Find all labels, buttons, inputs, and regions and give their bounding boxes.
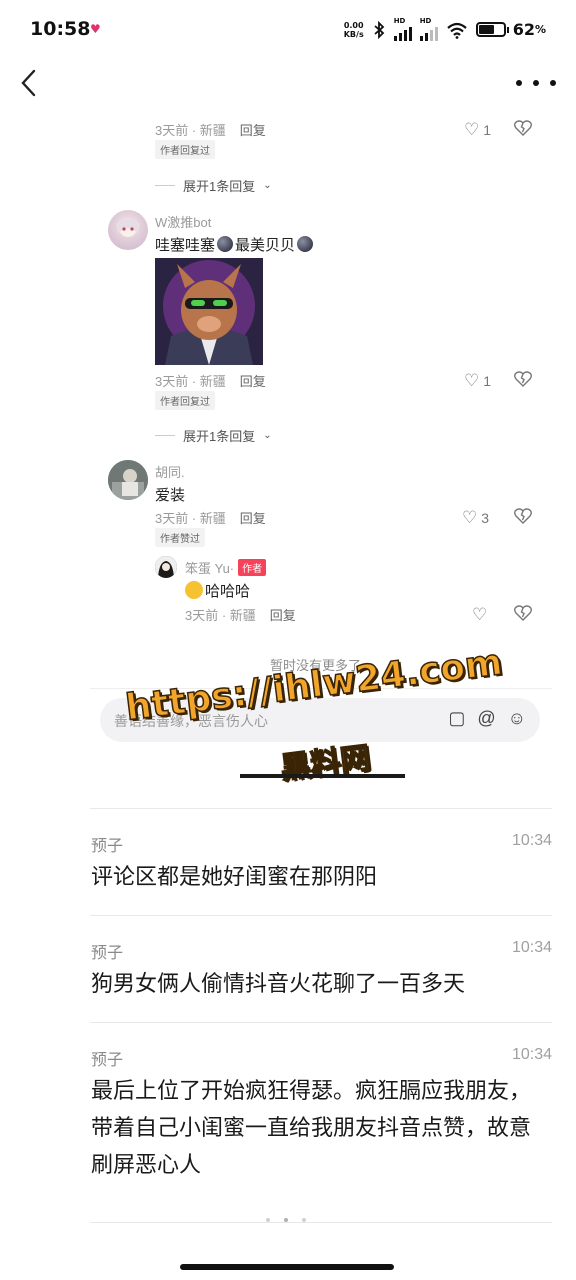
avatar[interactable] bbox=[155, 556, 177, 578]
emoji-icon[interactable]: ☺ bbox=[508, 708, 526, 729]
reply-text-content: 哈哈哈 bbox=[205, 583, 251, 600]
author-badge: 作者 bbox=[238, 559, 267, 576]
like-button[interactable]: ♡ 3 bbox=[462, 508, 489, 528]
comment-input[interactable]: 善语结善缘，恶言伤人心 ▢ @ ☺ bbox=[100, 698, 540, 742]
message-time: 10:34 bbox=[511, 939, 552, 956]
comment-meta: 3天前 · 新疆 回复 bbox=[155, 371, 266, 390]
comment-nickname[interactable]: W激推bot bbox=[155, 212, 211, 231]
expand-replies-label: 展开1条回复 bbox=[183, 429, 256, 444]
network-speed-unit: KB/s bbox=[343, 29, 364, 39]
divider bbox=[90, 915, 552, 916]
heart-icon: ♡ bbox=[464, 371, 480, 390]
no-more-comments-label: 暂时没有更多了 bbox=[270, 658, 362, 673]
bluetooth-icon bbox=[374, 20, 385, 39]
back-button[interactable] bbox=[16, 68, 46, 98]
hd-label-2: HD bbox=[419, 17, 432, 25]
page-indicator bbox=[266, 1218, 306, 1222]
battery-percent: 62 bbox=[512, 20, 535, 39]
embedded-comments-screenshot: 3天前 · 新疆 回复 ♡ 1 作者回复过 展开1条回复 ⌄ W激推bot 哇塞… bbox=[90, 110, 552, 742]
chevron-down-icon: ⌄ bbox=[263, 180, 272, 191]
reply-link[interactable]: 回复 bbox=[240, 371, 266, 390]
message-time: 10:34 bbox=[511, 832, 552, 849]
broken-heart-icon[interactable] bbox=[514, 508, 532, 524]
chevron-down-icon: ⌄ bbox=[263, 430, 272, 441]
status-bar: 10:58 ♥ 0.00 KB/s HD HD 62% bbox=[0, 0, 576, 58]
like-button[interactable]: ♡ bbox=[472, 605, 487, 625]
broken-heart-icon[interactable] bbox=[514, 605, 532, 621]
comment-meta: 3天前 · 新疆 回复 bbox=[185, 605, 296, 624]
comment-text: 爱装 bbox=[155, 487, 186, 504]
comment-text-part-b: 最美贝贝 bbox=[235, 237, 296, 254]
signal-1-icon: HD bbox=[393, 17, 412, 41]
nav-bar bbox=[0, 58, 576, 110]
signal-2-icon: HD bbox=[419, 17, 438, 41]
divider bbox=[90, 1022, 552, 1023]
sender-name: 预子 bbox=[91, 945, 124, 962]
at-icon[interactable]: @ bbox=[477, 708, 495, 729]
comment-text-part-a: 哇塞哇塞 bbox=[155, 237, 216, 254]
reply-nickname-text[interactable]: 笨蛋 Yu· bbox=[185, 561, 234, 576]
reply-link[interactable]: 回复 bbox=[270, 605, 296, 624]
comment-meta: 3天前 · 新疆 回复 bbox=[155, 508, 266, 527]
battery-icon: 62% bbox=[475, 20, 546, 39]
more-options-button[interactable] bbox=[516, 70, 556, 96]
heart-icon: ♡ bbox=[464, 120, 480, 139]
status-icons: 0.00 KB/s HD HD 62% bbox=[344, 18, 546, 41]
reply-link[interactable]: 回复 bbox=[240, 508, 266, 527]
laughing-emoji-icon bbox=[185, 581, 203, 599]
status-time: 10:58 bbox=[30, 18, 91, 40]
input-icons: ▢ @ ☺ bbox=[448, 708, 526, 729]
comment-time-location: 3天前 · 新疆 bbox=[155, 123, 226, 138]
like-count: 1 bbox=[483, 373, 492, 389]
expand-replies-button[interactable]: 展开1条回复 ⌄ bbox=[155, 176, 272, 195]
sender-name: 预子 bbox=[91, 1052, 124, 1069]
comment-time-location: 3天前 · 新疆 bbox=[155, 374, 226, 389]
emoji-icon bbox=[297, 236, 314, 252]
heart-notification-icon: ♥ bbox=[90, 22, 101, 36]
home-indicator[interactable] bbox=[180, 1264, 394, 1270]
expand-replies-label: 展开1条回复 bbox=[183, 179, 256, 194]
message-text: 狗男女俩人偷情抖音火花聊了一百多天 bbox=[91, 971, 466, 996]
like-count: 3 bbox=[481, 510, 490, 526]
reply-nickname: 笨蛋 Yu· 作者 bbox=[185, 558, 267, 577]
message-text: 最后上位了开始疯狂得瑟。疯狂膈应我朋友，带着自己小闺蜜一直给我朋友抖音点赞，故意… bbox=[91, 1078, 532, 1177]
comment-text: 哇塞哇塞 最美贝贝 bbox=[155, 234, 315, 255]
meme-sticker-image[interactable] bbox=[155, 258, 263, 365]
like-button[interactable]: ♡ 1 bbox=[464, 120, 491, 140]
comment-meta: 3天前 · 新疆 回复 bbox=[155, 120, 266, 139]
author-replied-tag: 作者回复过 bbox=[155, 391, 215, 410]
broken-heart-icon[interactable] bbox=[514, 120, 532, 136]
divider bbox=[90, 808, 552, 809]
expand-replies-button[interactable]: 展开1条回复 ⌄ bbox=[155, 426, 272, 445]
heart-icon: ♡ bbox=[462, 508, 478, 527]
comment-time-location: 3天前 · 新疆 bbox=[185, 608, 256, 623]
like-count: 1 bbox=[483, 122, 492, 138]
reply-link[interactable]: 回复 bbox=[240, 120, 266, 139]
heart-icon: ♡ bbox=[472, 605, 488, 624]
image-icon[interactable]: ▢ bbox=[448, 708, 465, 729]
network-speed-value: 0.00 bbox=[343, 20, 364, 30]
divider bbox=[90, 688, 552, 689]
message-time: 10:34 bbox=[511, 1046, 552, 1063]
hd-label-1: HD bbox=[393, 17, 406, 25]
message-text: 评论区都是她好闺蜜在那阴阳 bbox=[91, 864, 378, 889]
network-speed: 0.00 KB/s bbox=[344, 21, 364, 39]
divider bbox=[90, 1222, 552, 1223]
chevron-left-icon bbox=[21, 69, 36, 97]
author-liked-tag: 作者赞过 bbox=[155, 528, 205, 547]
wifi-icon bbox=[446, 22, 467, 39]
like-button[interactable]: ♡ 1 bbox=[464, 371, 491, 391]
watermark-underline bbox=[240, 774, 405, 778]
comment-nickname[interactable]: 胡同. bbox=[155, 462, 185, 481]
sender-name: 预子 bbox=[91, 838, 124, 855]
author-replied-tag: 作者回复过 bbox=[155, 140, 215, 159]
emoji-icon bbox=[217, 236, 234, 252]
broken-heart-icon[interactable] bbox=[514, 371, 532, 387]
avatar[interactable] bbox=[108, 210, 148, 250]
comment-time-location: 3天前 · 新疆 bbox=[155, 511, 226, 526]
avatar[interactable] bbox=[108, 460, 148, 500]
comment-input-placeholder: 善语结善缘，恶言伤人心 bbox=[114, 713, 268, 729]
reply-text: 哈哈哈 bbox=[185, 580, 250, 601]
